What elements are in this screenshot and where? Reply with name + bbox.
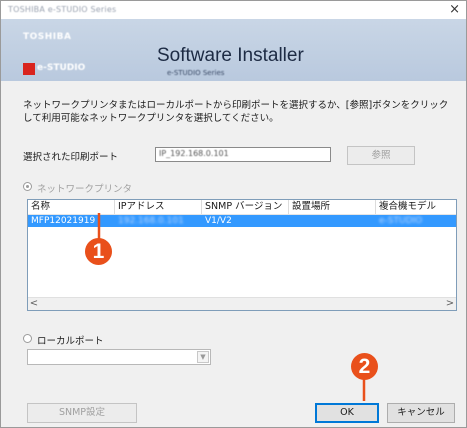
snmp-settings-button[interactable]: SNMP設定 [27,403,137,423]
horizontal-scrollbar[interactable]: < > [28,297,456,310]
row-cell-ip: 192.168.0.101 [118,216,184,226]
port-value: IP_192.168.0.101 [159,149,229,158]
callout-2-badge: 2 [351,353,378,380]
callout-2-leader [362,379,366,401]
row-cell-snmp: V1/V2 [205,216,232,226]
scroll-left-icon[interactable]: < [28,298,40,310]
callout-1-badge: 1 [85,238,112,265]
ok-button[interactable]: OK [315,403,379,423]
network-printer-label: ネットワークプリンタ [37,184,133,195]
window-title: TOSHIBA e-STUDIO Series [8,5,117,14]
title-bar: TOSHIBA e-STUDIO Series × [1,1,466,19]
brand-logo-bottom: e-STUDIO [37,63,86,73]
row-cell-model: e-STUDIO [379,216,423,226]
column-header-ip[interactable]: IPアドレス [115,200,202,214]
row-cell-location [289,215,376,227]
list-header: 名称 IPアドレス SNMP バージョン 設置場所 複合機モデル [28,200,456,215]
installer-window: TOSHIBA e-STUDIO Series × TOSHIBA e-STUD… [0,0,467,428]
port-label: 選択された印刷ポート [23,152,119,163]
brand-logo-top: TOSHIBA [23,32,72,42]
column-header-name[interactable]: 名称 [28,200,115,214]
chevron-down-icon[interactable]: ▼ [197,351,209,363]
cancel-button[interactable]: キャンセル [387,403,455,423]
column-header-model[interactable]: 複合機モデル [376,200,456,214]
column-header-location[interactable]: 設置場所 [289,200,376,214]
scroll-right-icon[interactable]: > [444,298,456,310]
local-port-radio[interactable] [23,334,32,343]
brand-mark-icon [23,63,35,75]
instruction-text: ネットワークプリンタまたはローカルポートから印刷ポートを選択するか、[参照]ボタ… [23,100,449,124]
local-port-select[interactable]: ▼ [27,349,211,365]
app-subtitle: e-STUDIO Series [167,69,225,77]
browse-button[interactable]: 参照 [347,146,415,165]
local-port-label: ローカルポート [37,336,104,347]
network-printer-radio[interactable] [23,182,32,191]
port-field[interactable]: IP_192.168.0.101 [155,147,331,162]
close-icon[interactable]: × [449,2,460,18]
app-title: Software Installer [157,45,304,66]
table-row[interactable]: MFP12021919 192.168.0.101 V1/V2 e-STUDIO [28,215,456,227]
column-header-snmp[interactable]: SNMP バージョン [202,200,289,214]
